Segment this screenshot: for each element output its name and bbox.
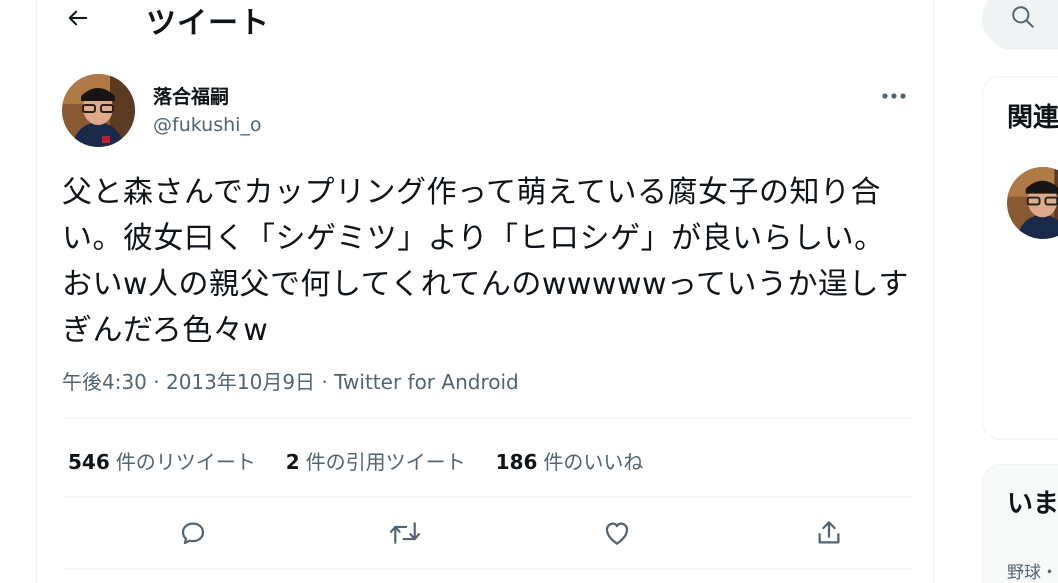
header: ツイート: [37, 0, 933, 41]
tweet-actions: [62, 510, 912, 556]
page: ツイート 落合福嗣 @fukushi_o 父と森さんでカップリング作って萌えてい…: [0, 0, 1058, 583]
like-count[interactable]: 186 件のいいね: [496, 446, 644, 475]
quote-tweet-count-number: 2: [285, 450, 300, 474]
share-button[interactable]: [806, 510, 852, 556]
retweet-count-label: 件のリツイート: [115, 450, 256, 474]
tweet-text: 父と森さんでカップリング作って萌えている腐女子の知り合い。彼女曰く「シゲミツ」よ…: [62, 175, 909, 348]
trend-item[interactable]: 野球・: [1007, 558, 1058, 583]
reply-button[interactable]: [170, 510, 216, 556]
related-avatar-image: [1007, 167, 1058, 239]
divider: [62, 568, 912, 569]
quote-tweet-count-label: 件の引用ツイート: [305, 450, 466, 474]
retweet-count[interactable]: 546 件のリツイート: [68, 446, 256, 475]
search-input[interactable]: [982, 0, 1058, 50]
share-icon: [818, 521, 840, 544]
trends-card: いま 野球・: [982, 464, 1058, 583]
divider: [62, 418, 912, 419]
tweet-source[interactable]: Twitter for Android: [334, 370, 519, 394]
main-column: ツイート 落合福嗣 @fukushi_o 父と森さんでカップリング作って萌えてい…: [36, 0, 934, 583]
heart-icon: [605, 522, 629, 545]
author-name[interactable]: 落合福嗣: [153, 82, 229, 109]
retweet-icon: [389, 522, 421, 544]
avatar[interactable]: [62, 74, 135, 147]
arrow-left-icon: [68, 10, 88, 26]
retweet-count-number: 546: [68, 450, 110, 474]
more-icon: [882, 93, 906, 99]
avatar-image: [62, 74, 135, 147]
meta-separator: ·: [315, 370, 335, 394]
like-button[interactable]: [594, 510, 640, 556]
page-title: ツイート: [146, 6, 270, 41]
like-count-label: 件のいいね: [543, 450, 644, 474]
related-user-avatar[interactable]: [1007, 167, 1058, 239]
search-icon: [1012, 6, 1034, 28]
like-count-number: 186: [495, 450, 538, 474]
search-icon-wrapper: [1010, 4, 1036, 34]
trends-title: いま: [1007, 489, 1058, 519]
tweet-author: 落合福嗣 @fukushi_o: [62, 74, 912, 148]
quote-tweet-count[interactable]: 2 件の引用ツイート: [286, 446, 466, 475]
back-button[interactable]: [61, 0, 95, 36]
tweet-stats: 546 件のリツイート 2 件の引用ツイート 186 件のいいね: [68, 446, 643, 475]
divider: [62, 496, 912, 497]
tweet-timestamp[interactable]: 午後4:30 · 2013年10月9日: [62, 370, 315, 394]
more-options-button[interactable]: [876, 78, 912, 114]
tweet-metadata: 午後4:30 · 2013年10月9日 · Twitter for Androi…: [62, 366, 519, 395]
related-users-card: 関連: [982, 76, 1058, 440]
related-title: 関連: [1007, 103, 1058, 133]
reply-icon: [181, 522, 205, 545]
retweet-button[interactable]: [382, 510, 428, 556]
author-handle[interactable]: @fukushi_o: [153, 114, 262, 136]
